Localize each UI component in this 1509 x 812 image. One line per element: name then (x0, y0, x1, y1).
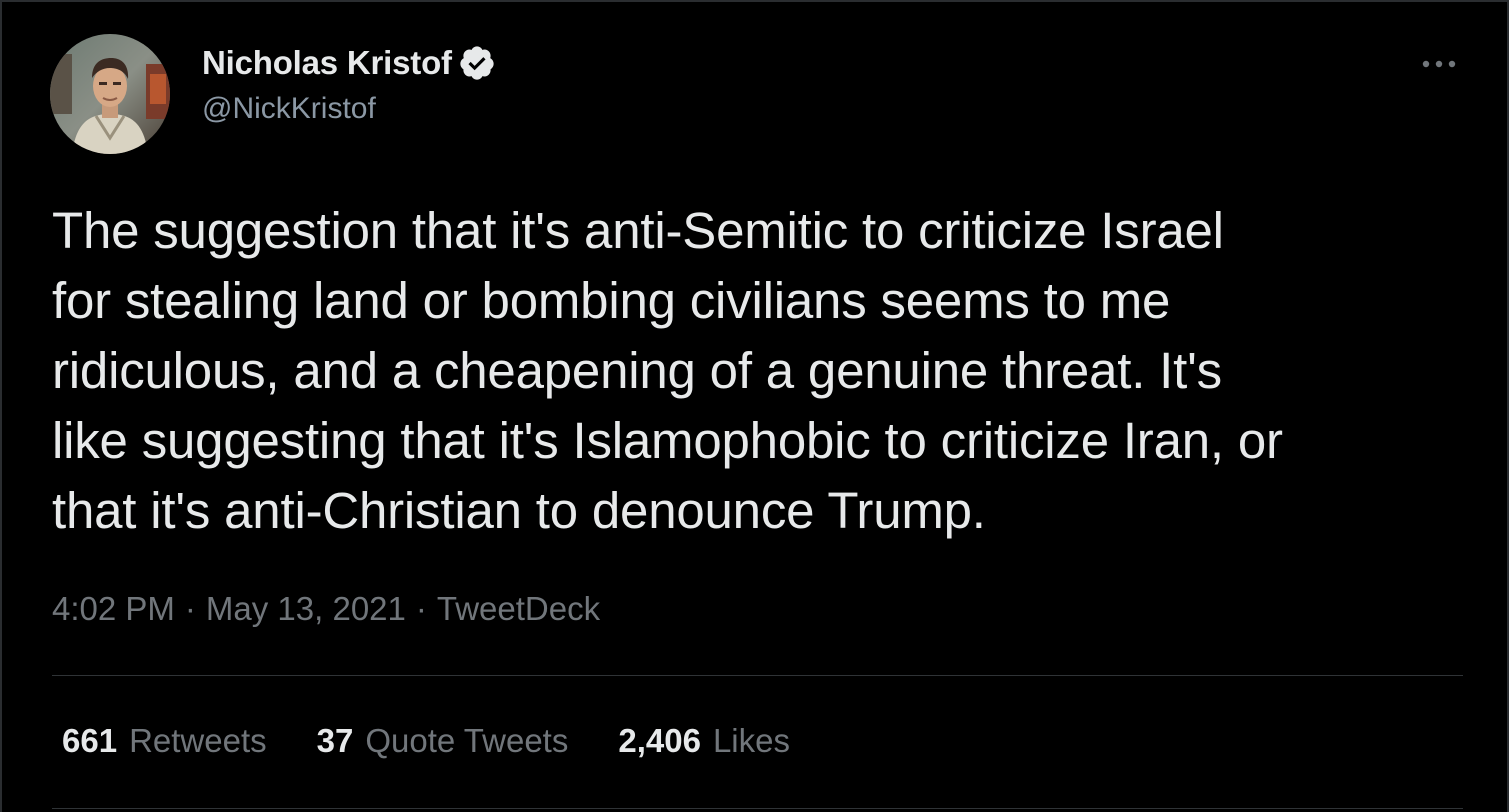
likes-stat[interactable]: 2,406 Likes (618, 722, 790, 760)
tweet-time[interactable]: 4:02 PM (52, 590, 175, 628)
author-handle[interactable]: @NickKristof (202, 92, 496, 126)
quote-tweets-label: Quote Tweets (365, 722, 569, 759)
more-horizontal-icon (1422, 60, 1456, 68)
divider (52, 808, 1463, 809)
meta-separator: · (415, 590, 427, 627)
profile-photo-icon (50, 34, 170, 154)
tweet-date[interactable]: May 13, 2021 (206, 590, 406, 628)
tweet-stats: 661 Retweets 37 Quote Tweets 2,406 Likes (62, 722, 840, 760)
author-info: Nicholas Kristof @NickKristof (202, 44, 496, 126)
retweets-label: Retweets (129, 722, 267, 759)
meta-separator: · (184, 590, 196, 627)
likes-count: 2,406 (618, 722, 701, 759)
quote-tweets-count: 37 (316, 722, 354, 759)
quote-tweets-stat[interactable]: 37 Quote Tweets (317, 722, 569, 760)
tweet-card: Nicholas Kristof @NickKristof The sugges… (0, 0, 1509, 812)
author-name-link[interactable]: Nicholas Kristof (202, 44, 496, 82)
divider (52, 675, 1463, 676)
tweet-header: Nicholas Kristof @NickKristof (50, 34, 1467, 156)
tweet-source[interactable]: TweetDeck (437, 590, 600, 628)
author-display-name[interactable]: Nicholas Kristof (202, 44, 452, 82)
author-avatar[interactable] (50, 34, 170, 154)
more-options-button[interactable] (1411, 44, 1467, 84)
tweet-text: The suggestion that it's anti-Semitic to… (52, 202, 1283, 539)
likes-label: Likes (712, 722, 790, 759)
verified-badge-icon (458, 44, 496, 82)
retweets-count: 661 (62, 722, 118, 759)
tweet-metadata: 4:02 PM · May 13, 2021 · TweetDeck (52, 590, 600, 628)
retweets-stat[interactable]: 661 Retweets (62, 722, 267, 760)
